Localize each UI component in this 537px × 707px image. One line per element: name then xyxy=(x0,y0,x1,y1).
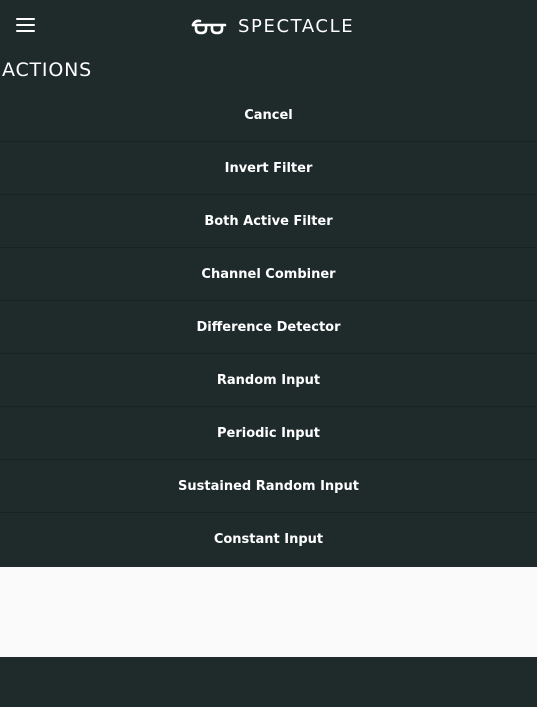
action-both-active-filter-button[interactable]: Both Active Filter xyxy=(0,195,537,248)
brand-name: SPECTACLE xyxy=(238,15,355,37)
action-periodic-input-button[interactable]: Periodic Input xyxy=(0,407,537,460)
menu-line xyxy=(16,30,35,32)
action-random-input-button[interactable]: Random Input xyxy=(0,354,537,407)
content-panel xyxy=(0,567,537,657)
hamburger-menu-icon[interactable] xyxy=(16,17,35,33)
brand[interactable]: SPECTACLE xyxy=(191,13,354,39)
bottom-bar xyxy=(0,657,537,707)
action-cancel-button[interactable]: Cancel xyxy=(0,89,537,142)
top-bar: SPECTACLE xyxy=(0,0,537,52)
action-sustained-random-input-button[interactable]: Sustained Random Input xyxy=(0,460,537,513)
action-list: Cancel Invert Filter Both Active Filter … xyxy=(0,89,537,566)
action-difference-detector-button[interactable]: Difference Detector xyxy=(0,301,537,354)
glasses-logo-icon xyxy=(191,19,227,35)
menu-line xyxy=(16,24,35,26)
section-title: ACTIONS xyxy=(2,59,92,81)
action-channel-combiner-button[interactable]: Channel Combiner xyxy=(0,248,537,301)
menu-line xyxy=(16,18,35,20)
action-constant-input-button[interactable]: Constant Input xyxy=(0,513,537,566)
action-invert-filter-button[interactable]: Invert Filter xyxy=(0,142,537,195)
